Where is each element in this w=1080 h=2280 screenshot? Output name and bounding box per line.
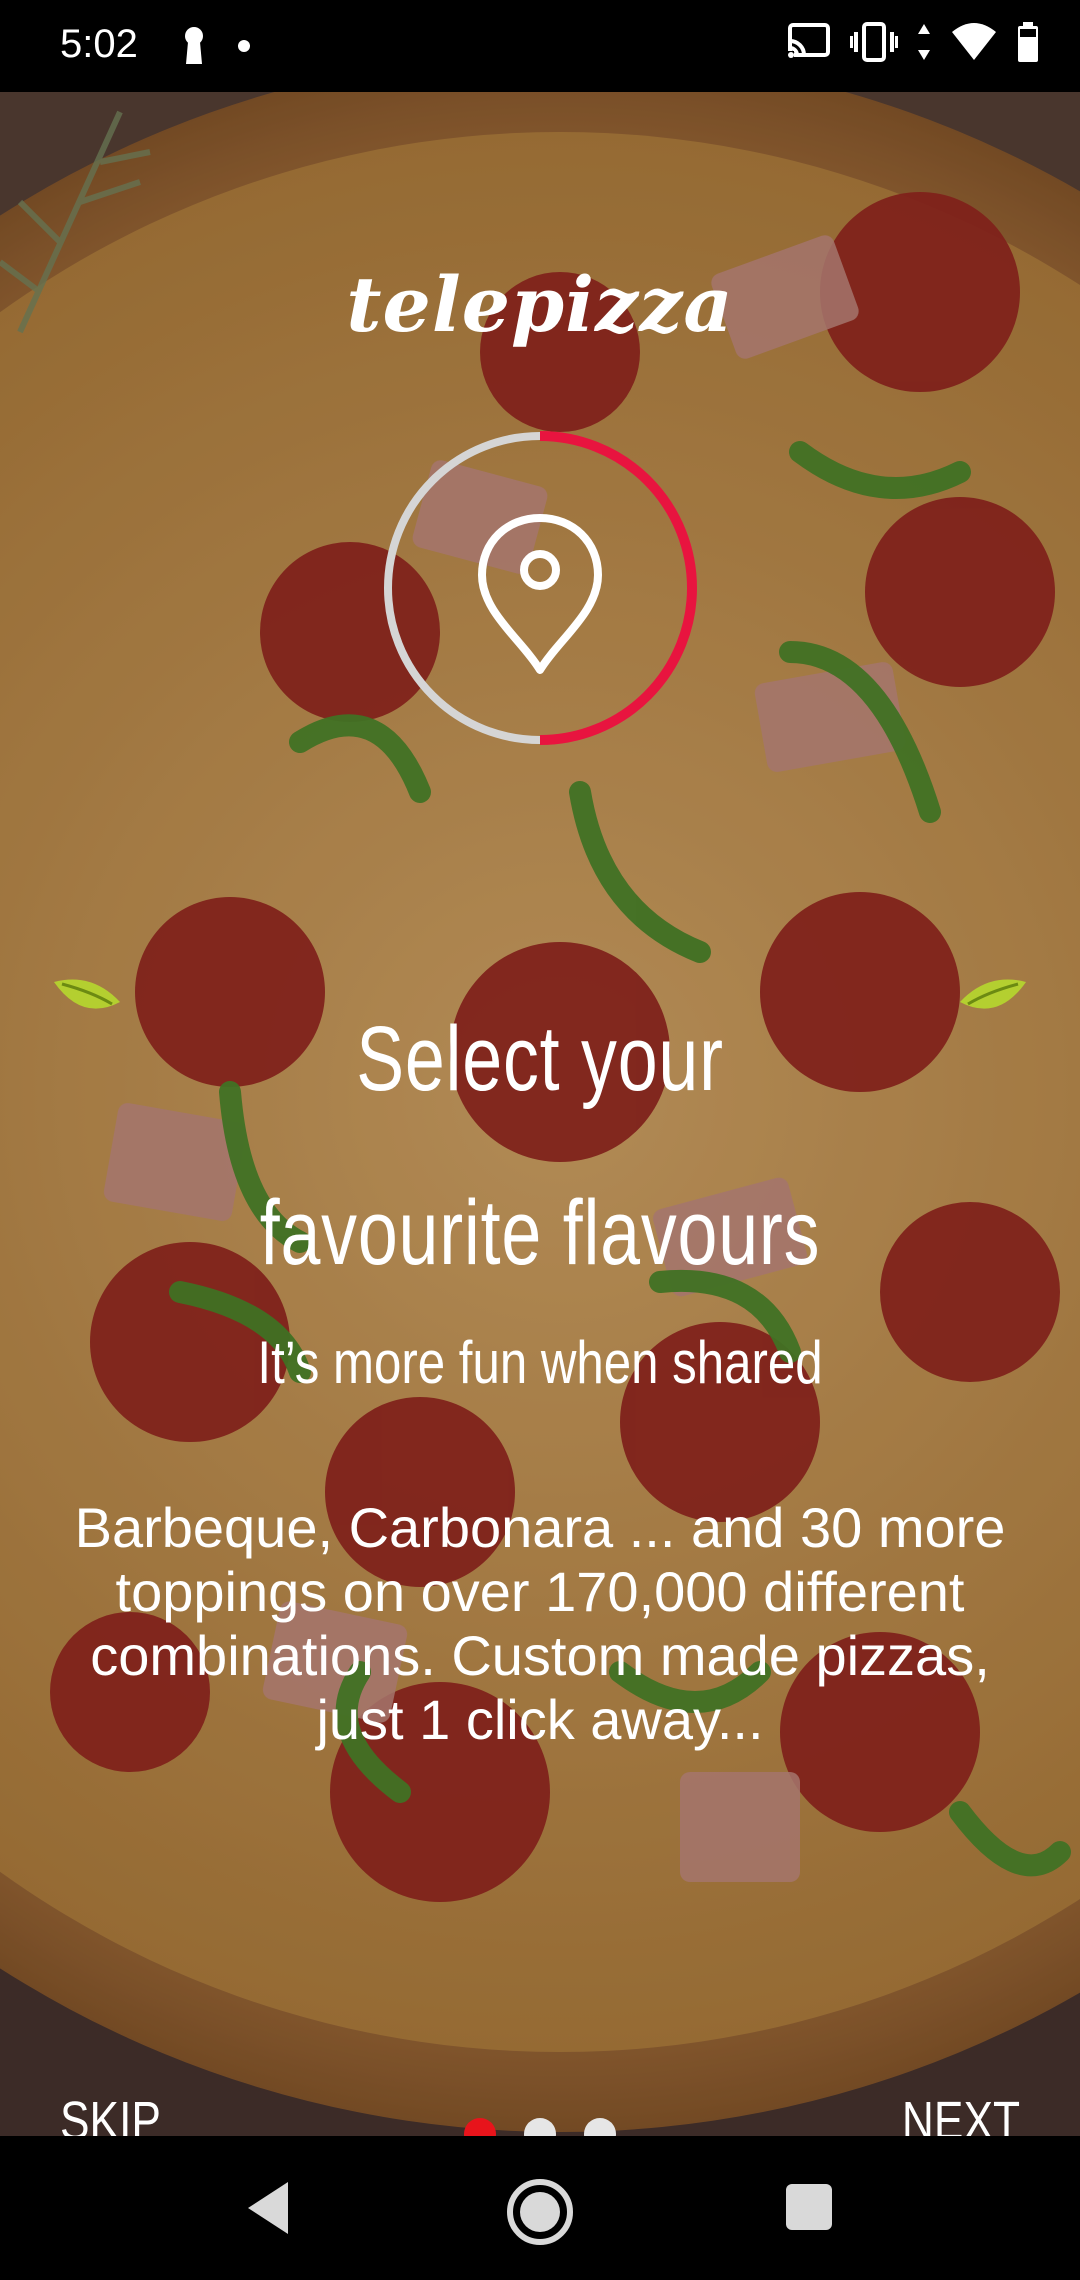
leaf-icon [54,979,120,1009]
vibrate-icon [850,22,898,62]
page-indicator [464,2118,616,2136]
dot-icon [238,40,250,52]
data-arrows-icon [918,24,930,60]
status-right-icons [786,22,1040,62]
cast-icon [786,23,830,59]
location-pin-icon [478,514,602,674]
page-dot[interactable] [584,2118,616,2136]
recents-icon[interactable] [786,2184,832,2230]
status-bar: 5:02 [0,0,1080,92]
leaf-icon [960,979,1026,1009]
next-button[interactable]: NEXT [902,2090,1020,2136]
status-time: 5:02 [60,22,138,66]
keyhole-icon [185,27,203,64]
wifi-icon [952,23,996,60]
onboarding-title: Select your favourite flavours [259,1008,821,1284]
battery-icon [1018,22,1038,62]
status-left-icons [180,24,260,73]
navigation-bar [0,2136,1080,2280]
telepizza-logo: telepizza [346,260,734,349]
onboarding-description: Barbeque, Carbonara ... and 30 more topp… [74,1496,1006,1751]
home-icon[interactable] [506,2178,574,2246]
skip-button[interactable]: SKIP [60,2090,161,2136]
back-icon[interactable] [246,2180,290,2236]
onboarding-subtitle: It’s more fun when shared [257,1329,823,1396]
progress-ring [384,431,697,745]
onboarding-hero: telepizza Select your favourite flavours… [0,92,1080,2136]
page-dot[interactable] [524,2118,556,2136]
page-dot-active[interactable] [464,2118,496,2136]
